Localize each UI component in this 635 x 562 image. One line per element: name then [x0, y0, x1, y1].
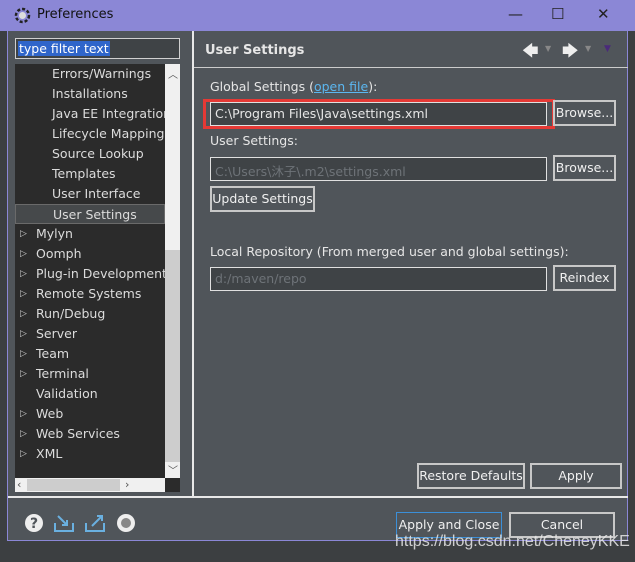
user-settings-label: User Settings:	[210, 133, 298, 148]
window-title: Preferences	[37, 7, 114, 22]
record-icon[interactable]	[116, 513, 136, 533]
global-browse-button[interactable]: Browse...	[553, 100, 616, 126]
user-browse-button[interactable]: Browse...	[553, 155, 616, 181]
tree-item-label: Installations	[52, 86, 128, 101]
view-menu-icon[interactable]: ▼	[604, 44, 611, 54]
scroll-up-icon[interactable]: ︿	[168, 66, 178, 81]
back-arrow-icon[interactable]: 🡄	[522, 40, 539, 67]
expand-arrow-icon[interactable]: ▷	[20, 304, 27, 324]
tree-item-label: Team	[36, 346, 70, 361]
tree-item-label: Oomph	[36, 246, 82, 261]
scroll-left-icon[interactable]: ‹	[17, 478, 21, 491]
forward-menu-icon[interactable]: ▼	[585, 44, 591, 53]
tree-item[interactable]: ▷ Run/Debug	[15, 304, 165, 324]
tree-item-label: Web Services	[36, 426, 120, 441]
tree-item-label: Source Lookup	[52, 146, 144, 161]
expand-arrow-icon[interactable]: ▷	[20, 404, 27, 424]
expand-arrow-icon[interactable]: ▷	[20, 444, 27, 464]
open-file-link[interactable]: open file	[314, 79, 368, 94]
reindex-button[interactable]: Reindex	[553, 265, 616, 291]
preferences-tree: Errors/Warnings Installations Java EE Inte…	[15, 64, 180, 492]
tree-item-label: Lifecycle Mappings	[52, 126, 171, 141]
svg-text:?: ?	[30, 516, 38, 532]
close-button[interactable]: ✕	[597, 5, 610, 23]
expand-arrow-icon[interactable]: ▷	[20, 364, 27, 384]
tree-item-label: Java EE Integration	[52, 106, 172, 121]
tree-item[interactable]: Errors/Warnings	[15, 64, 165, 84]
tree-item-label: Plug-in Development	[36, 266, 167, 281]
expand-arrow-icon[interactable]: ▷	[20, 244, 27, 264]
tree-item-label: User Interface	[52, 186, 141, 201]
tree-item[interactable]: ▷ Web Services	[15, 424, 165, 444]
local-repository-label: Local Repository (From merged user and g…	[210, 244, 569, 259]
tree-scroll-thumb[interactable]	[165, 250, 180, 462]
tree-item[interactable]: Source Lookup	[15, 144, 165, 164]
tree-item-label: Remote Systems	[36, 286, 142, 301]
expand-arrow-icon[interactable]: ▷	[20, 224, 27, 244]
tree-item[interactable]: Templates	[15, 164, 165, 184]
tree-item-label: Templates	[52, 166, 116, 181]
expand-arrow-icon[interactable]: ▷	[20, 284, 27, 304]
scroll-down-icon[interactable]: ﹀	[168, 462, 178, 477]
tree-item[interactable]: ▷ Terminal	[15, 364, 165, 384]
tree-item-label: XML	[36, 446, 63, 461]
header-divider	[194, 67, 628, 68]
global-settings-input[interactable]: C:\Program Files\Java\settings.xml	[210, 102, 547, 126]
tree-item[interactable]: ▷ Remote Systems	[15, 284, 165, 304]
filter-input[interactable]: type filter text	[15, 38, 180, 59]
tree-item-label: Mylyn	[36, 226, 73, 241]
tree-item[interactable]: Lifecycle Mappings	[15, 124, 171, 144]
tree-item[interactable]: ▷ Web	[15, 404, 165, 424]
filter-text: type filter text	[18, 41, 110, 56]
footer-divider	[8, 496, 628, 498]
expand-arrow-icon[interactable]: ▷	[20, 424, 27, 444]
expand-arrow-icon[interactable]: ▷	[20, 324, 27, 344]
tree-item[interactable]: ▷ Team	[15, 344, 165, 364]
title-bar: Preferences — ☐ ✕	[0, 0, 635, 31]
tree-item[interactable]: User Settings	[15, 204, 165, 224]
tree-item-label: Validation	[36, 386, 98, 401]
tree-hscroll-thumb[interactable]	[27, 479, 120, 491]
tree-item[interactable]: ▷ Server	[15, 324, 165, 344]
import-icon[interactable]	[53, 513, 75, 533]
minimize-button[interactable]: —	[508, 5, 523, 23]
local-repository-input: d:/maven/repo	[210, 267, 547, 291]
tree-item-label: Terminal	[36, 366, 89, 381]
expand-arrow-icon[interactable]: ▷	[20, 344, 27, 364]
divider	[192, 31, 194, 497]
update-settings-button[interactable]: Update Settings	[210, 186, 315, 212]
maximize-button[interactable]: ☐	[551, 5, 564, 23]
page-header: User Settings 🡄 ▼ 🡆 ▼ ▼	[194, 35, 627, 67]
export-icon[interactable]	[84, 513, 106, 533]
tree-item-label: Errors/Warnings	[52, 66, 152, 81]
page-title: User Settings	[205, 43, 305, 58]
watermark: https://blog.csdn.net/CheneyKKE	[395, 533, 630, 550]
eclipse-gear-icon	[14, 7, 31, 24]
apply-button[interactable]: Apply	[530, 463, 622, 489]
tree-item-label: Run/Debug	[36, 306, 106, 321]
tree-item[interactable]: ▷ Plug-in Development	[15, 264, 167, 284]
tree-item[interactable]: Validation	[15, 384, 165, 404]
tree-item[interactable]: ▷ Mylyn	[15, 224, 165, 244]
tree-item-label: User Settings	[53, 207, 137, 222]
tree-item[interactable]: Installations	[15, 84, 165, 104]
user-settings-input[interactable]: C:\Users\沐子\.m2\settings.xml	[210, 157, 547, 181]
tree-item-label: Web	[36, 406, 64, 421]
global-settings-label: Global Settings (open file):	[210, 79, 378, 94]
tree-item-label: Server	[36, 326, 77, 341]
expand-arrow-icon[interactable]: ▷	[20, 264, 27, 284]
restore-defaults-button[interactable]: Restore Defaults	[417, 463, 525, 489]
help-icon[interactable]: ?	[24, 513, 44, 533]
tree-item[interactable]: ▷ XML	[15, 444, 165, 464]
tree-item[interactable]: User Interface	[15, 184, 165, 204]
forward-arrow-icon[interactable]: 🡆	[562, 40, 579, 67]
tree-item[interactable]: ▷ Oomph	[15, 244, 165, 264]
scroll-right-icon[interactable]: ›	[125, 478, 129, 491]
tree-item[interactable]: Java EE Integration	[15, 104, 171, 124]
back-menu-icon[interactable]: ▼	[545, 44, 551, 53]
